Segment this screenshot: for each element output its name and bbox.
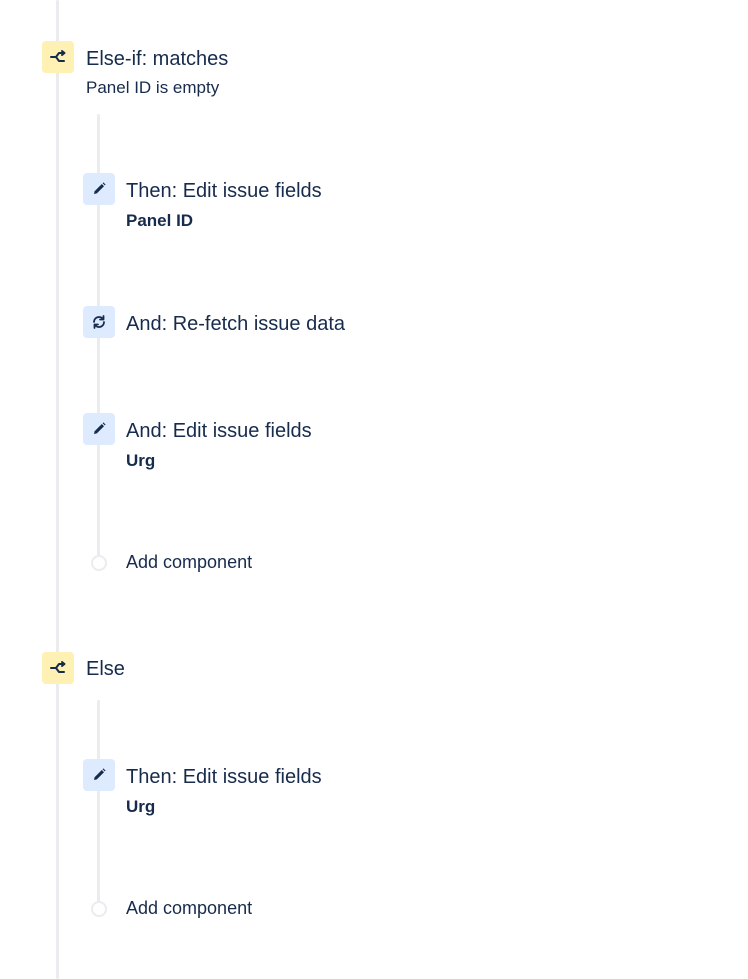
action-title: Then: Edit issue fields	[126, 766, 322, 788]
else-if-branch-card[interactable]: Else-if: matches Panel ID is empty	[40, 40, 360, 102]
action-detail: Urg	[126, 797, 156, 816]
action-card-edit-panel-id[interactable]: Then: Edit issue fields Panel ID	[82, 172, 402, 234]
else-branch-card[interactable]: Else	[40, 651, 240, 685]
pencil-icon	[83, 173, 115, 205]
action-card-refetch[interactable]: And: Re-fetch issue data	[82, 305, 402, 339]
else-if-condition: Panel ID is empty	[86, 78, 220, 97]
pencil-icon	[83, 413, 115, 445]
add-component-button[interactable]: Add component	[126, 551, 252, 573]
pencil-icon	[83, 759, 115, 791]
main-flow-rail	[56, 0, 59, 979]
action-title: Then: Edit issue fields	[126, 180, 322, 202]
branch-icon	[42, 652, 74, 684]
add-component-dot	[91, 555, 107, 571]
add-component-dot	[91, 901, 107, 917]
action-title: And: Re-fetch issue data	[126, 313, 346, 335]
refresh-icon	[83, 306, 115, 338]
action-detail: Urg	[126, 451, 156, 470]
add-component-button[interactable]: Add component	[126, 897, 252, 919]
action-card-edit-urg[interactable]: And: Edit issue fields Urg	[82, 412, 402, 474]
else-if-title: Else-if: matches	[86, 48, 229, 70]
else-title: Else	[86, 658, 125, 680]
action-card-else-edit-urg[interactable]: Then: Edit issue fields Urg	[82, 758, 402, 820]
action-detail: Panel ID	[126, 211, 194, 230]
branch-icon	[42, 41, 74, 73]
action-title: And: Edit issue fields	[126, 420, 312, 442]
